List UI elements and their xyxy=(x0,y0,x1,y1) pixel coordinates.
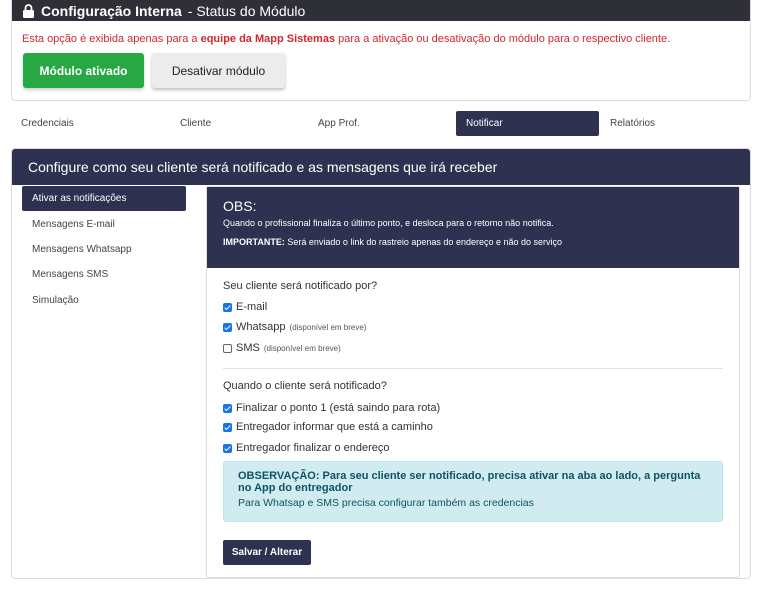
obs-box: OBS: Quando o profissional finaliza o úl… xyxy=(207,187,739,268)
warning-bold: equipe da Mapp Sistemas xyxy=(200,33,336,45)
module-subtitle: - Status do Módulo xyxy=(187,2,306,19)
tab-notificar[interactable]: Notificar xyxy=(456,111,599,136)
internal-warning: Esta opção é exibida apenas para a equip… xyxy=(22,33,670,45)
panel-title: Configure como seu cliente será notifica… xyxy=(12,149,750,185)
alert-line2: Para Whatsap e SMS precisa configurar ta… xyxy=(238,497,534,509)
event-label-finalizar-endereco: Entregador finalizar o endereço xyxy=(236,442,390,454)
sidebar-item-mensagens-sms[interactable]: Mensagens SMS xyxy=(22,262,186,287)
alert-bold: OBSERVAÇÃO: Para seu cliente ser notific… xyxy=(238,470,701,494)
event-label-finalizar-ponto: Finalizar o ponto 1 (está saindo para ro… xyxy=(236,402,441,414)
whatsapp-note: (disponível em breve) xyxy=(289,322,367,332)
module-status-card: Configuração Interna - Status do Módulo … xyxy=(11,0,751,101)
save-button[interactable]: Salvar / Alterar xyxy=(223,540,311,565)
obs-title: OBS: xyxy=(223,198,257,214)
sms-checkbox[interactable] xyxy=(223,343,232,353)
obs-line1: Quando o profissional finaliza o último … xyxy=(223,218,554,228)
whatsapp-checkbox-row[interactable]: Whatsapp (disponível em breve) xyxy=(223,321,366,333)
obs-important-text: Será enviado o link do rastreio apenas d… xyxy=(284,237,563,247)
event-checkbox-finalizar-ponto[interactable] xyxy=(223,403,232,413)
email-checkbox-row[interactable]: E-mail xyxy=(223,301,267,313)
whatsapp-checkbox[interactable] xyxy=(223,322,232,332)
sms-note: (disponível em breve) xyxy=(263,343,341,353)
sms-checkbox-row[interactable]: SMS (disponível em breve) xyxy=(223,342,341,354)
event-checkbox-a-caminho[interactable] xyxy=(223,422,232,432)
whatsapp-label: Whatsapp xyxy=(236,321,286,333)
tab-app-prof[interactable]: App Prof. xyxy=(308,111,448,136)
event-checkbox-finalizar-endereco[interactable] xyxy=(223,443,232,453)
event-label-a-caminho: Entregador informar que está a caminho xyxy=(236,421,433,433)
channels-question: Seu cliente será notificado por? xyxy=(223,280,378,292)
warning-prefix: Esta opção é exibida apenas para a xyxy=(22,33,201,45)
settings-content: OBS: Quando o profissional finaliza o úl… xyxy=(206,186,740,578)
email-label: E-mail xyxy=(236,301,268,313)
observation-alert: OBSERVAÇÃO: Para seu cliente ser notific… xyxy=(223,461,723,522)
email-checkbox[interactable] xyxy=(223,302,232,312)
sms-label: SMS xyxy=(236,342,260,354)
event-row-finalizar-ponto[interactable]: Finalizar o ponto 1 (está saindo para ro… xyxy=(223,402,440,414)
module-status-header: Configuração Interna - Status do Módulo xyxy=(12,0,750,21)
warning-suffix: para a ativação ou desativação do módulo… xyxy=(335,33,671,45)
events-question: Quando o cliente será notificado? xyxy=(223,380,387,392)
tab-relatorios[interactable]: Relatórios xyxy=(600,111,740,136)
tab-credenciais[interactable]: Credenciais xyxy=(11,111,151,136)
obs-important-label: IMPORTANTE: xyxy=(223,237,285,247)
module-title: Configuração Interna xyxy=(41,2,182,19)
divider xyxy=(223,368,723,369)
event-row-a-caminho[interactable]: Entregador informar que está a caminho xyxy=(223,421,433,433)
notification-panel: Configure como seu cliente será notifica… xyxy=(11,148,751,579)
sidebar-item-simulacao[interactable]: Simulação xyxy=(22,288,186,313)
sidebar-item-mensagens-whatsapp[interactable]: Mensagens Whatsapp xyxy=(22,237,186,262)
lock-icon xyxy=(22,3,35,18)
sidebar-item-mensagens-email[interactable]: Mensagens E-mail xyxy=(22,212,186,237)
deactivate-module-button[interactable]: Desativar módulo xyxy=(152,53,285,88)
module-active-button[interactable]: Módulo ativado xyxy=(23,53,144,88)
sidebar-item-ativar-notificacoes[interactable]: Ativar as notificações xyxy=(22,186,186,211)
obs-line2: IMPORTANTE: Será enviado o link do rastr… xyxy=(223,237,723,247)
tab-cliente[interactable]: Cliente xyxy=(170,111,310,136)
event-row-finalizar-endereco[interactable]: Entregador finalizar o endereço xyxy=(223,442,389,454)
